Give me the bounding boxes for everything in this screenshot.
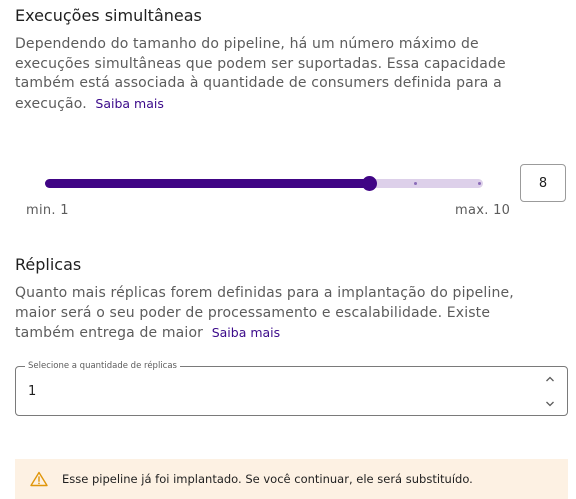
replicas-learn-more-link[interactable]: Saiba mais	[212, 325, 280, 340]
slider-thumb[interactable]	[361, 176, 377, 191]
concurrency-description-text: Dependendo do tamanho do pipeline, há um…	[15, 36, 506, 112]
slider-max-label: max. 10	[455, 203, 511, 218]
concurrency-value-input[interactable]: 8	[520, 164, 566, 202]
slider-tick-10	[477, 182, 481, 185]
chevron-down-icon[interactable]	[545, 400, 555, 408]
warning-icon	[30, 471, 48, 487]
chevron-up-icon[interactable]	[545, 375, 555, 383]
alert-text: Esse pipeline já foi implantado. Se você…	[62, 472, 473, 486]
replicas-select-label: Selecione a quantidade de réplicas	[25, 361, 180, 371]
concurrency-learn-more-link[interactable]: Saiba mais	[95, 96, 163, 111]
concurrency-description: Dependendo do tamanho do pipeline, há um…	[15, 35, 545, 114]
replaced-pipeline-alert: Esse pipeline já foi implantado. Se você…	[15, 459, 568, 499]
slider-track-fill	[45, 179, 371, 188]
replicas-select[interactable]	[15, 366, 568, 416]
concurrency-title: Execuções simultâneas	[15, 6, 202, 25]
slider-min-label: min. 1	[26, 203, 69, 218]
replicas-title: Réplicas	[15, 255, 82, 274]
slider-tick-9	[413, 182, 417, 185]
replicas-description: Quanto mais réplicas forem definidas par…	[15, 284, 550, 344]
replicas-select-value: 1	[28, 384, 37, 399]
concurrency-value: 8	[538, 175, 548, 191]
